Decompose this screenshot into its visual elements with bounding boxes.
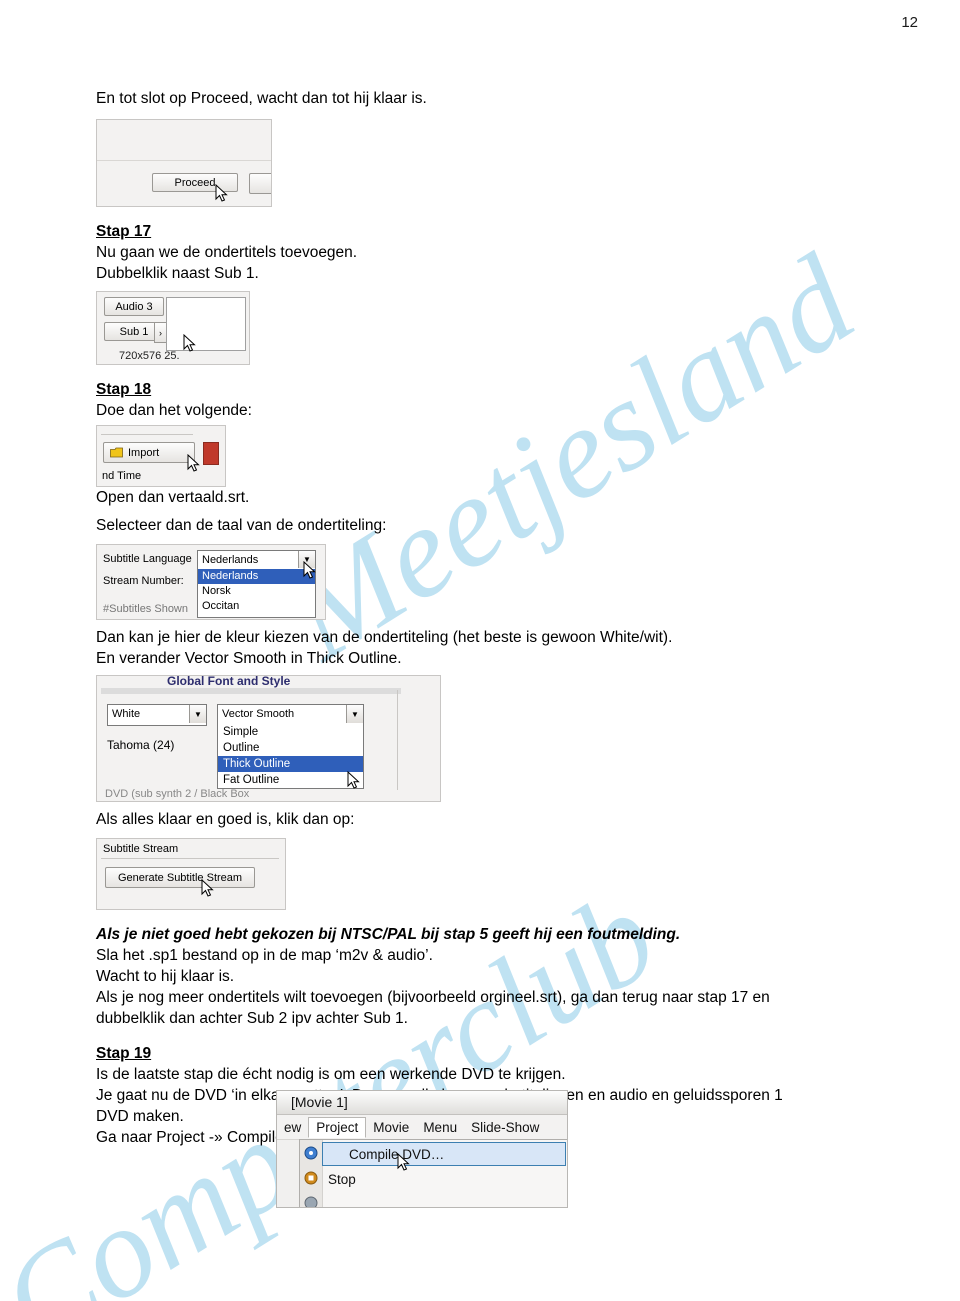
stop-icon (304, 1171, 318, 1185)
import-button[interactable]: Import (103, 442, 195, 463)
panel-titlebar (101, 688, 401, 694)
subtitle-color-combobox[interactable]: White ▼ (107, 704, 207, 726)
note-italic: Als je niet goed hebt gekozen bij NTSC/P… (96, 926, 681, 943)
style-option-3[interactable]: Fat Outline (218, 772, 363, 788)
stap18-heading: Stap 18 (96, 381, 152, 398)
screenshot-project-menu: [Movie 1] ew Project Movie Menu Slide-Sh… (276, 1090, 568, 1208)
note-line3: Als je nog meer ondertitels wilt toevoeg… (96, 989, 770, 1006)
chevron-down-icon[interactable]: ▼ (346, 705, 363, 723)
style-option-1[interactable]: Outline (218, 740, 363, 756)
menu-item-movie[interactable]: Movie (366, 1118, 416, 1137)
divider (101, 858, 279, 859)
end-time-label: nd Time (102, 470, 142, 482)
compile-dvd-icon (304, 1146, 318, 1160)
panel-footer-label: DVD (sub synth 2 / Black Box (105, 788, 250, 800)
menu-item-project[interactable]: Project (308, 1116, 367, 1138)
subtitle-color-value: White (112, 708, 141, 720)
screenshot-generate-subtitle-stream: Subtitle Stream Generate Subtitle Stream (96, 838, 286, 910)
screenshot-global-font-style: Global Font and Style White ▼ Vector Smo… (96, 675, 441, 802)
language-option-0[interactable]: Nederlands (198, 569, 315, 584)
panel-divider (397, 690, 398, 790)
menu-option-stop[interactable]: Stop (324, 1168, 356, 1192)
subtitle-language-value: Nederlands (202, 554, 259, 566)
chevron-down-icon[interactable]: ▼ (298, 551, 315, 568)
subtitle-language-label: Subtitle Language (103, 553, 192, 565)
project-dropdown-menu[interactable]: Compile DVD… Stop (299, 1139, 567, 1207)
menu-bar[interactable]: ew Project Movie Menu Slide-Show (277, 1115, 567, 1140)
note-line2: Wacht to hij klaar is. (96, 968, 235, 985)
subtitle-style-combobox[interactable]: Vector Smooth ▼ (217, 704, 364, 726)
menu-item-menu[interactable]: Menu (416, 1118, 464, 1137)
record-button[interactable] (203, 442, 219, 465)
track-detail-pane (166, 297, 246, 351)
subtitle-style-dropdown-list[interactable]: Simple Outline Thick Outline Fat Outline (217, 724, 364, 789)
language-option-1[interactable]: Norsk (198, 584, 315, 599)
language-option-2[interactable]: Occitan (198, 599, 315, 614)
color-line2: En verander Vector Smooth in Thick Outli… (96, 650, 402, 667)
color-line1: Dan kan je hier de kleur kiezen van de o… (96, 629, 673, 646)
divider (97, 160, 271, 161)
folder-icon (110, 447, 123, 458)
subtitle-language-dropdown-list[interactable]: Nederlands Norsk Occitan (197, 569, 316, 618)
video-dimensions-label: 720x576 25. (119, 350, 180, 362)
stap18-line2: Open dan vertaald.srt. (96, 489, 250, 506)
stap18-line3: Selecteer dan de taal van de ondertiteli… (96, 517, 387, 534)
subtitle-stream-group-label: Subtitle Stream (103, 843, 179, 855)
menu-item-view[interactable]: ew (277, 1118, 308, 1137)
audio-track-button[interactable]: Audio 3 (104, 297, 164, 316)
note-line1: Sla het .sp1 bestand op in de map ‘m2v &… (96, 947, 433, 964)
generate-subtitle-stream-button[interactable]: Generate Subtitle Stream (105, 867, 255, 888)
style-option-0[interactable]: Simple (218, 724, 363, 740)
chevron-down-icon[interactable]: ▼ (189, 705, 206, 723)
font-label: Tahoma (24) (107, 738, 175, 752)
stap17-line1: Nu gaan we de ondertitels toevoegen. (96, 244, 358, 261)
window-titlebar: [Movie 1] (277, 1091, 567, 1115)
stap17-heading: Stap 17 (96, 223, 152, 240)
menu-option-compile-dvd[interactable]: Compile DVD… (322, 1142, 566, 1166)
stap19-heading: Stap 19 (96, 1045, 152, 1062)
stap17-line2: Dubbelklik naast Sub 1. (96, 265, 259, 282)
screenshot-import-toolbar: Import nd Time (96, 425, 226, 487)
global-font-style-title: Global Font and Style (167, 675, 291, 688)
note-line4: dubbelklik dan achter Sub 2 ipv achter S… (96, 1010, 408, 1027)
proceed-button[interactable]: Proceed (152, 173, 238, 192)
burn-dvd-icon (304, 1196, 318, 1207)
screenshot-subtitle-tracks: Audio 3 Sub 1 › 720x576 25. (96, 291, 250, 365)
divider (101, 434, 193, 435)
subtitles-shown-label: #Subtitles Shown (103, 603, 188, 615)
subtitle-language-combobox[interactable]: Nederlands ▼ (197, 550, 316, 571)
stap18-line1: Doe dan het volgende: (96, 402, 252, 419)
menu-item-slideshow[interactable]: Slide-Show (464, 1118, 546, 1137)
cancel-button-partial[interactable] (249, 173, 271, 194)
document-page: Meetjesland Computerclub 12 En tot slot … (0, 0, 960, 1301)
screenshot-subtitle-language: Subtitle Language Stream Number: Nederla… (96, 544, 326, 620)
stap19-line1: Is de laatste stap die écht nodig is om … (96, 1066, 566, 1083)
page-number: 12 (901, 14, 918, 31)
document-content: En tot slot op Proceed, wacht dan tot hi… (96, 88, 856, 1148)
import-button-label: Import (128, 446, 160, 459)
screenshot-proceed-dialog: Proceed (96, 119, 272, 207)
generate-line: Als alles klaar en goed is, klik dan op: (96, 811, 355, 828)
style-option-2[interactable]: Thick Outline (218, 756, 363, 772)
subtitle-style-value: Vector Smooth (222, 708, 295, 720)
stream-number-label: Stream Number: (103, 575, 184, 587)
intro-text: En tot slot op Proceed, wacht dan tot hi… (96, 90, 427, 107)
